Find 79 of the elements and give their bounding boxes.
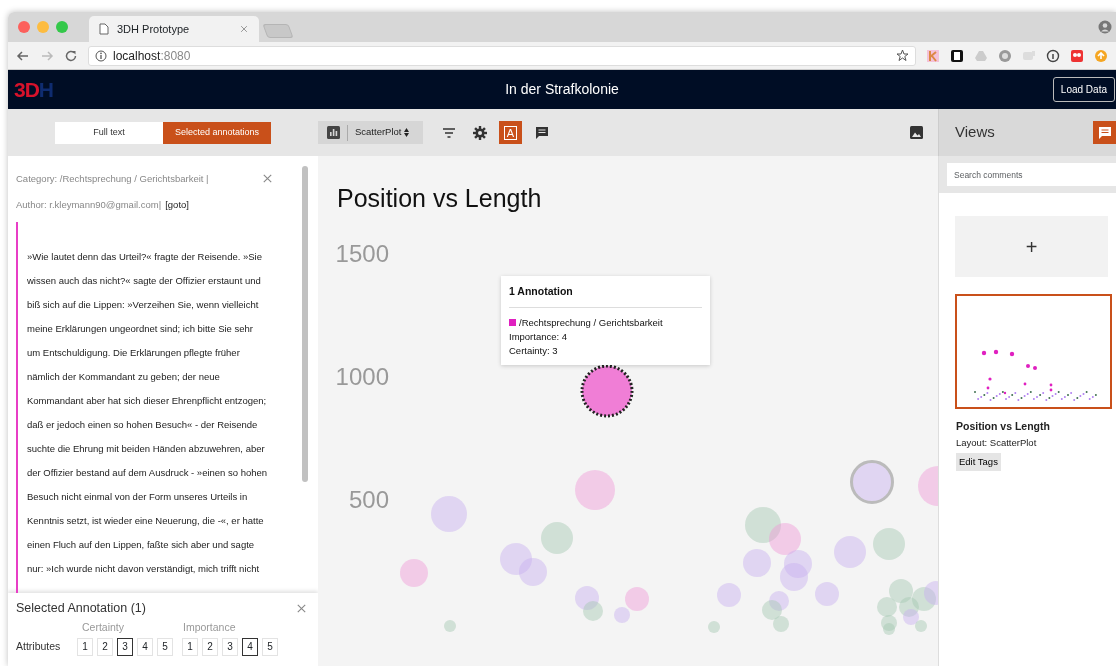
rating-option[interactable]: 5 [262,637,278,656]
text-line: nur: »Ich wurde nicht davon verständigt, mich trifft nicht [27,561,261,576]
sort-caret-icon [404,128,410,137]
importance-text: Importance: 4 [509,330,569,344]
forward-icon[interactable] [40,48,54,63]
text-line: um Entschuldigung. Die Erklärungen pflegte früher [27,345,241,360]
logo: 3DH [14,76,54,103]
rating-option[interactable]: 2 [202,637,218,656]
category-text: Category: /Rechtsprechung / Gerichtsbarkeit | [16,172,209,186]
load-data-button[interactable]: Load Data [1052,77,1115,102]
certainty-text: Certainty: 3 [509,344,559,359]
view-layout-text: Layout: ScatterPlot [956,435,1038,450]
category-text: /Rechtsprechung / Gerichtsbarkeit [519,315,663,330]
rating-option[interactable]: 2 [97,637,113,656]
page-icon [99,23,109,35]
selected-bubble[interactable] [580,364,634,418]
attributes-label: Attributes [16,638,62,654]
text-line: einen Fluch auf den Lippen, faßte sich aber und sagte [27,537,256,552]
text-line: Kommandant aber hat sich dieser Ehrenpflicht entzogen; [27,393,268,408]
bar-chart-icon[interactable] [327,126,340,139]
rating-option[interactable]: 5 [157,637,173,656]
add-view-button[interactable]: + [955,216,1108,277]
mode-tab[interactable]: Selected annotations [163,121,271,144]
axis-label: 1500 [334,239,389,269]
info-icon [95,49,107,62]
image-icon[interactable] [910,126,923,139]
extension-icon[interactable] [1046,48,1060,63]
text-line: biß sich auf die Lippen: »Verzeihen Sie, wenn vielleicht [27,297,260,312]
settings-icon[interactable] [473,125,487,140]
axis-label: 500 [347,485,389,515]
browser-tab[interactable]: 3DH Prototype [89,16,259,42]
rating-option[interactable]: 1 [182,637,198,656]
reload-icon[interactable] [64,48,78,63]
views-title: Views [955,122,995,143]
view-title: Position vs Length [956,419,1051,434]
text-line: nämlich der Kommandant zu geben; der neue [27,369,221,384]
app-title: In der Strafkolonie [505,80,619,99]
annotation-toggle-button[interactable]: A [499,121,522,144]
filter-icon[interactable] [443,127,455,138]
text-line: meine Erklärungen ungeordnet sind; ich bitte Sie sehr [27,321,255,336]
layout-select[interactable]: ScatterPlot [355,125,410,140]
chart-title: Position vs Length [337,183,542,214]
text-line: »Wie lautet denn das Urteil?« fragte der Reisende. »Sie [27,249,263,264]
extension-icon[interactable] [950,48,964,63]
close-icon[interactable] [261,172,274,185]
back-icon[interactable] [16,48,30,63]
edit-tags-button[interactable]: Edit Tags [956,453,1001,472]
url-text: localhost:8080 [113,47,192,65]
rating-option[interactable]: 3 [222,637,238,656]
text-line: suchte die Ehrung mit beiden Händen abzuwehren, aber [27,441,266,456]
rating-option[interactable]: 4 [137,637,153,656]
axis-label: 1000 [334,362,389,392]
panel-title: Selected Annotation (1) [16,600,146,617]
close-icon[interactable] [239,24,249,34]
text-line: wissen auch das nicht?« sagte der Offizier erstaunt und [27,273,262,288]
group-label: Certainty [81,619,125,635]
comments-button[interactable] [1093,121,1116,144]
tooltip-title: 1 Annotation [509,284,702,308]
highlighted-bubble[interactable] [850,460,894,504]
address-field[interactable]: localhost:8080 [88,45,916,66]
goto-link[interactable]: [goto] [165,198,189,213]
text-line: Kenntnis setzt, ist wieder eine Neuerung, die -«, er hatte [27,513,265,528]
star-icon[interactable] [896,49,909,62]
mode-tab[interactable]: Full text [55,121,163,144]
rating-option[interactable]: 4 [242,637,258,656]
rating-option[interactable]: 1 [77,637,93,656]
search-field[interactable]: Search comments [947,163,1116,186]
profile-icon[interactable] [1098,20,1112,34]
comment-icon [1098,126,1111,139]
scrollbar[interactable] [302,166,308,482]
author-text: Author: r.kleymann90@gmail.com| [16,198,162,213]
text-line: Besuch nicht einmal von der Form unseres Urteils in [27,489,249,504]
text-line: daß er jedoch einen so hohen Besuch« - der Reisende [27,417,259,432]
text-line: der Offizier bestand auf dem Ausdruck - »einen so hohen [27,465,268,480]
view-thumbnail[interactable] [955,294,1112,409]
group-label: Importance [182,619,237,635]
rating-option[interactable]: 3 [117,637,133,656]
comment-icon[interactable] [535,125,549,140]
window-control-icon[interactable] [18,21,30,33]
